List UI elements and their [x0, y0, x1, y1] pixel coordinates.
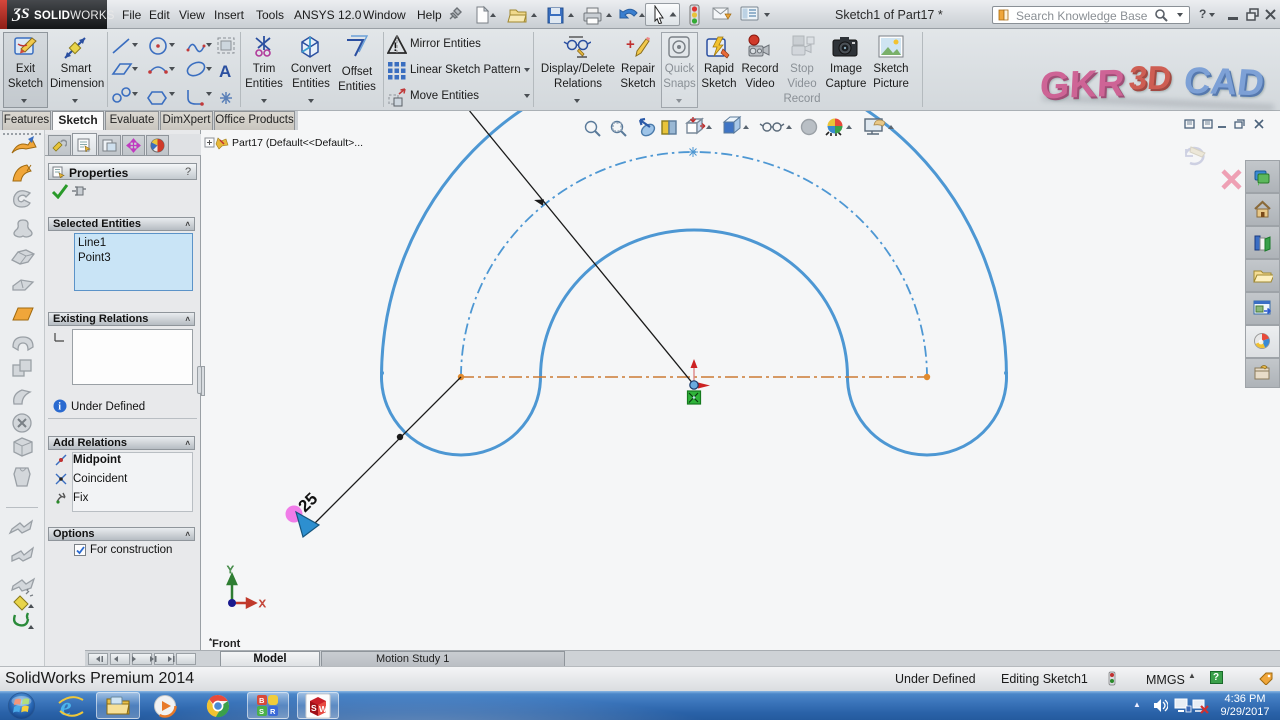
- svg-text:Part17 (Default<<Default>...: Part17 (Default<<Default>...: [232, 137, 363, 149]
- svg-text:X: X: [259, 599, 266, 610]
- svg-text:W: W: [319, 704, 328, 714]
- svg-text:Y: Y: [227, 565, 234, 576]
- svg-text:S: S: [311, 703, 317, 713]
- svg-text:+: +: [626, 36, 635, 53]
- svg-text:i: i: [58, 402, 61, 413]
- svg-text:R: R: [270, 707, 276, 716]
- svg-text:*Front: *Front: [209, 637, 241, 650]
- svg-text:A: A: [219, 62, 231, 81]
- svg-text:!: !: [393, 40, 397, 54]
- svg-text:B: B: [259, 696, 265, 705]
- svg-text:S: S: [259, 707, 264, 716]
